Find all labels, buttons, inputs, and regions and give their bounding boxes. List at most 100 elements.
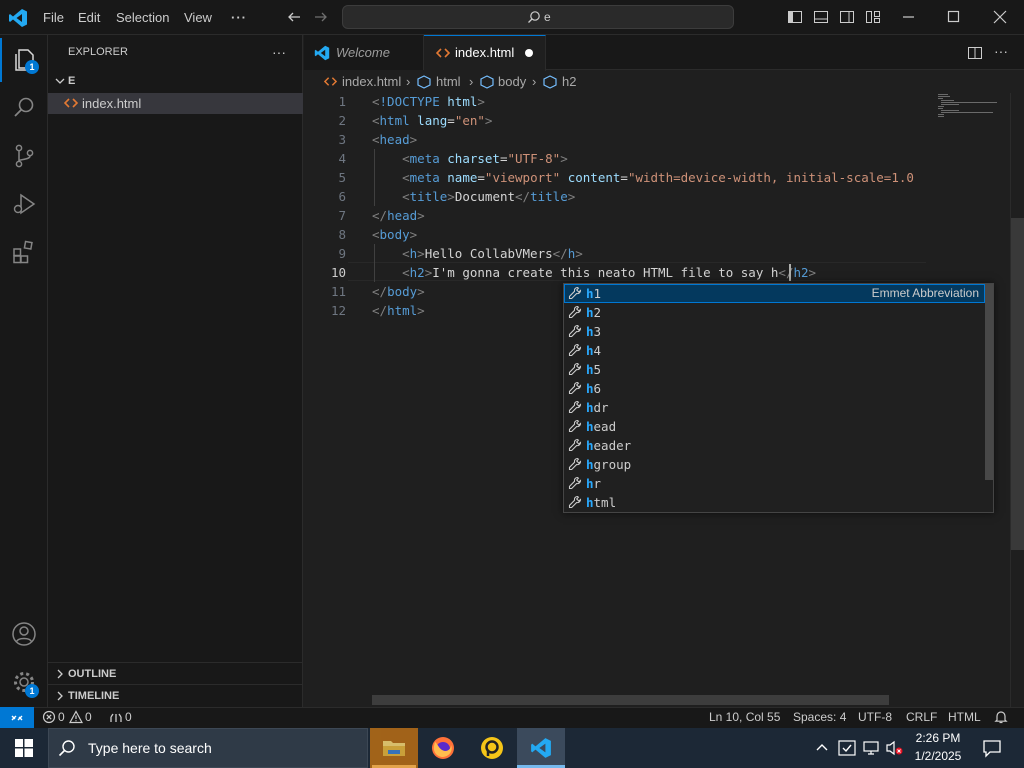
timeline-section[interactable]: TIMELINE: [48, 684, 303, 706]
tab-index-html[interactable]: index.html: [424, 35, 546, 71]
vscode-app-icon[interactable]: [517, 728, 565, 768]
suggestion-label: h6: [586, 381, 602, 396]
explorer-title: EXPLORER: [68, 46, 128, 58]
suggestion-item[interactable]: h5: [564, 360, 985, 379]
customize-layout-icon[interactable]: [865, 9, 881, 25]
encoding[interactable]: UTF-8: [858, 707, 892, 728]
code-line-5: <meta name="viewport" content="width=dev…: [402, 170, 914, 185]
breadcrumb-separator: ›: [532, 74, 537, 89]
suggestion-label: h2: [586, 305, 602, 320]
suggestion-item[interactable]: hdr: [564, 398, 985, 417]
wrench-icon: [568, 362, 582, 376]
line-number: 12: [330, 303, 346, 318]
horizontal-scrollbar-thumb[interactable]: [372, 695, 889, 705]
file-explorer-app-icon[interactable]: [370, 728, 418, 768]
wrench-icon: [568, 457, 582, 471]
explorer-icon[interactable]: [0, 36, 48, 84]
folder-row[interactable]: E: [48, 71, 303, 91]
language-mode[interactable]: HTML: [948, 707, 981, 728]
minimap[interactable]: [930, 93, 1010, 123]
split-editor-icon[interactable]: [967, 45, 983, 61]
explorer-more-icon[interactable]: ···: [272, 35, 286, 70]
run-debug-icon[interactable]: [0, 180, 48, 228]
volume-muted-icon[interactable]: [885, 740, 903, 756]
line-number: 8: [338, 227, 346, 242]
line-number: 6: [338, 189, 346, 204]
indentation[interactable]: Spaces: 4: [793, 707, 846, 728]
outline-section[interactable]: OUTLINE: [48, 662, 303, 684]
explorer-badge: 1: [25, 60, 39, 74]
warning-count[interactable]: 0: [85, 707, 92, 728]
breadcrumb-h2[interactable]: h2: [562, 71, 576, 93]
settings-badge: 1: [25, 684, 39, 698]
maximize-icon[interactable]: [947, 10, 961, 24]
bell-icon[interactable]: [994, 710, 1008, 724]
suggestion-item[interactable]: h6: [564, 379, 985, 398]
line-endings[interactable]: CRLF: [906, 707, 937, 728]
toggle-primary-sidebar-icon[interactable]: [787, 9, 803, 25]
suggestion-item[interactable]: hgroup: [564, 455, 985, 474]
code-line-6: <title>Document</title>: [402, 189, 576, 204]
suggestion-label: head: [586, 419, 617, 434]
menu-view[interactable]: View: [182, 0, 214, 35]
network-tray-icon[interactable]: [862, 740, 880, 756]
symbol-field-icon: [417, 75, 431, 89]
manage-gear-icon[interactable]: [0, 658, 48, 706]
minimize-icon[interactable]: [902, 10, 916, 24]
chevron-up-icon[interactable]: [815, 741, 829, 755]
cursor-position[interactable]: Ln 10, Col 55: [709, 707, 780, 728]
close-window-icon[interactable]: [993, 10, 1007, 24]
wrench-icon: [568, 476, 582, 490]
vertical-scrollbar-thumb[interactable]: [1011, 218, 1024, 550]
line-number: 4: [338, 151, 346, 166]
file-row-index-html[interactable]: index.html: [48, 93, 303, 114]
windows-start-icon[interactable]: [15, 739, 33, 757]
vscode-tab-icon: [314, 45, 330, 61]
clock-time[interactable]: 2:26 PM: [906, 730, 970, 747]
suggestion-item[interactable]: h4: [564, 341, 985, 360]
source-control-icon[interactable]: [0, 132, 48, 180]
suggestion-item[interactable]: header: [564, 436, 985, 455]
suggestion-item[interactable]: h3: [564, 322, 985, 341]
line-number: 11: [330, 284, 346, 299]
tab-welcome[interactable]: Welcome: [304, 35, 424, 70]
security-tray-icon[interactable]: [838, 740, 856, 756]
code-line-2: <html lang="en">: [372, 113, 493, 128]
menu-more[interactable]: ···: [229, 0, 249, 35]
code-line-4: <meta charset="UTF-8">: [402, 151, 568, 166]
menu-selection[interactable]: Selection: [114, 0, 171, 35]
remote-indicator-icon[interactable]: [0, 707, 34, 728]
suggestion-item[interactable]: h2: [564, 303, 985, 322]
suggest-scrollbar-thumb[interactable]: [985, 284, 993, 480]
extensions-icon[interactable]: [0, 228, 48, 276]
wrench-icon: [568, 400, 582, 414]
suggestion-item[interactable]: html: [564, 493, 985, 512]
toggle-secondary-sidebar-icon[interactable]: [839, 9, 855, 25]
forward-arrow-icon[interactable]: [313, 9, 329, 25]
chat-app-icon[interactable]: [468, 728, 516, 768]
wrench-icon: [568, 438, 582, 452]
ports-icon: [109, 710, 123, 724]
menu-edit[interactable]: Edit: [76, 0, 102, 35]
menu-file[interactable]: File: [41, 0, 66, 35]
clock-date[interactable]: 1/2/2025: [906, 748, 970, 765]
more-actions-icon[interactable]: ···: [994, 43, 1008, 59]
back-arrow-icon[interactable]: [286, 9, 302, 25]
account-icon[interactable]: [0, 610, 48, 658]
error-count[interactable]: 0: [58, 707, 65, 728]
toggle-panel-icon[interactable]: [813, 9, 829, 25]
firefox-app-icon[interactable]: [419, 728, 467, 768]
breadcrumb-body[interactable]: body: [498, 71, 526, 93]
suggestion-item[interactable]: hr: [564, 474, 985, 493]
unsaved-dot-icon[interactable]: [525, 49, 533, 57]
code-line-10: <h2>I'm gonna create this neato HTML fil…: [402, 265, 817, 280]
notifications-icon[interactable]: [982, 738, 1002, 758]
breadcrumb-file[interactable]: index.html: [342, 71, 401, 93]
search-view-icon[interactable]: [0, 84, 48, 132]
breadcrumb-html[interactable]: html: [436, 71, 461, 93]
suggestion-item[interactable]: head: [564, 417, 985, 436]
suggestion-item[interactable]: h1 Emmet Abbreviation: [564, 284, 985, 303]
code-line-9: <h>Hello CollabVMers</h>: [402, 246, 583, 261]
ports-count[interactable]: 0: [125, 707, 132, 728]
suggestion-label: hgroup: [586, 457, 632, 472]
